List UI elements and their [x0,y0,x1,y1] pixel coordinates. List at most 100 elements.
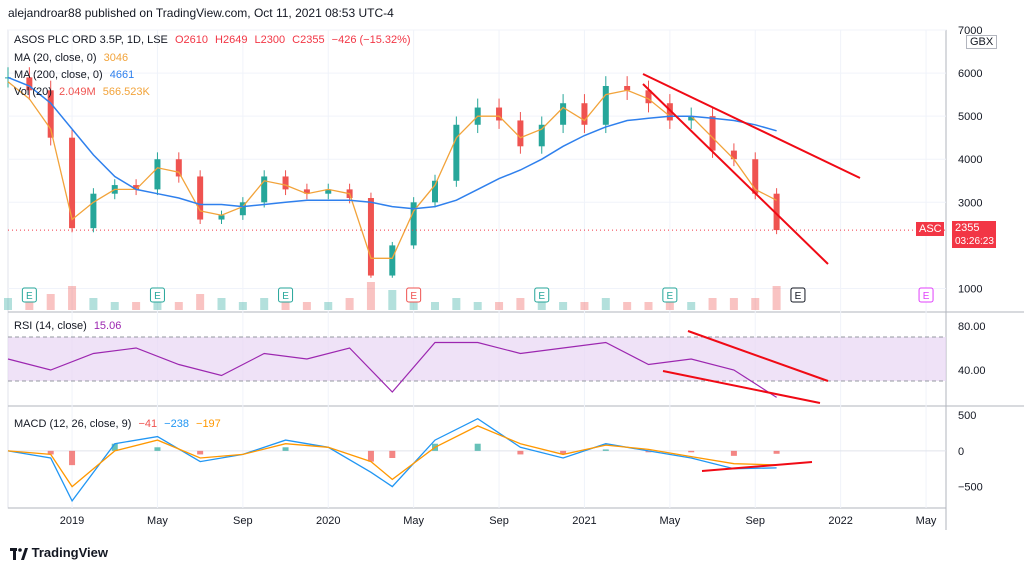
volume-bar [665,302,674,310]
x-tick-label: Sep [489,515,509,527]
volume-bar [366,282,375,310]
earnings-marker-label: E [154,291,161,302]
x-tick-label: May [659,515,680,527]
legend-rsi-value: 15.06 [93,320,122,332]
legend-rsi-label: RSI (14, close) [14,320,87,332]
volume-bar [473,302,482,310]
price-badge-timer: 03:26:23 [952,235,996,248]
candle-body [367,198,374,276]
earnings-marker-label: E [410,291,417,302]
legend-ma200: MA (200, close, 0) 4661 [14,69,138,81]
x-tick-label: 2019 [60,515,84,527]
candle-body [709,116,716,151]
price-badge-symbol: ASC [916,222,944,236]
candle-body [581,103,588,125]
price-badge-price: 2355 [952,221,996,235]
volume-bar [345,298,354,310]
earnings-marker-label: E [26,291,33,302]
volume-bar [495,302,504,310]
price-tick-label: 4000 [958,154,982,166]
earnings-marker-label: E [282,291,289,302]
legend-vol-v2: 566.523K [102,86,150,98]
legend-macd-v2: −238 [164,418,189,430]
macd-line [7,417,777,503]
volume-bar [4,298,12,310]
candle-body [154,159,161,190]
price-tick-label: 3000 [958,197,982,209]
legend-symbol: ASOS PLC ORD 3.5P, 1D, LSE [14,34,168,46]
volume-bar [431,302,439,310]
legend-rsi: RSI (14, close) 15.06 [14,320,125,332]
legend-ma20: MA (20, close, 0) 3046 [14,52,132,64]
volume-bar [281,302,290,310]
plot-frame [7,29,947,509]
legend-low: L2300 [254,34,286,46]
legend-ma20-value: 3046 [103,52,129,64]
macd-histogram-bar [367,450,374,462]
x-tick-label: Sep [233,515,253,527]
macd-tick-label: 0 [958,446,964,458]
chart-canvas[interactable]: 2019 May Sep 2020 May Sep 2021 May Sep 2022 May700… [0,0,1024,540]
currency-label[interactable]: GBX [966,35,998,49]
volume-bar [110,302,119,310]
volume-bar [324,302,333,310]
volume-bar [708,298,717,310]
legend-close: C2355 [292,34,325,46]
macd-histogram-bar [730,450,737,456]
macd-histogram-bar [688,450,695,453]
volume-bar [132,302,141,310]
volume-bar [217,298,226,310]
legend-ma200-value: 4661 [109,69,135,81]
volume-bar [174,302,183,310]
price-tick-label: 1000 [958,283,982,295]
volume-bar [452,298,461,310]
macd-histogram-bar [517,450,524,455]
tradingview-logo-icon [10,547,28,560]
volume-bar [516,298,525,310]
candle-body [538,124,545,147]
macd-histogram-bar [282,447,289,451]
macd-histogram-bar [773,450,780,454]
volume-bar [302,302,311,310]
legend-main: ASOS PLC ORD 3.5P, 1D, LSE O2610 H2649 L… [14,34,415,46]
volume-bar [89,298,98,310]
candle-body [69,137,76,229]
legend-vol-v1: 2.049M [58,86,96,98]
volume-bar [196,294,205,310]
candle-body [560,103,567,125]
x-tick-label: 2022 [828,515,852,527]
volume-bar [772,286,781,310]
volume-bar [601,298,610,310]
legend-change: −426 (−15.32%) [331,34,411,46]
macd-histogram-bar [197,450,204,455]
volume-bar [25,302,34,310]
legend-ma200-label: MA (200, close, 0) [14,69,103,81]
tradingview-footer[interactable]: TradingView [10,545,108,560]
volume-bar [729,298,738,310]
earnings-marker-label: E [538,291,545,302]
x-tick-label: May [147,515,168,527]
legend-vol: Vol (20) 2.049M 566.523K [14,86,154,98]
macd-histogram-bar [69,450,76,466]
x-tick-label: Sep [745,515,765,527]
x-tick-label: 2020 [316,515,340,527]
volume-bar [644,302,653,310]
rsi-tick-label: 80.00 [958,321,986,333]
earnings-marker-label: E [795,291,802,302]
candle-body [389,245,396,276]
candle-body [175,159,182,177]
macd-tick-label: 500 [958,410,976,422]
legend-open: O2610 [174,34,208,46]
legend-high: H2649 [215,34,248,46]
candle-body [282,176,289,190]
volume-bar [68,286,77,310]
candle-body [197,176,204,220]
footer-brand: TradingView [31,545,108,560]
volume-bar [537,302,546,310]
volume-bar [46,294,55,310]
x-tick-label: 2021 [572,515,596,527]
candle-body [218,215,225,220]
legend-macd-v1: −41 [138,418,158,430]
macd-histogram-bar [602,449,609,451]
price-tick-label: 6000 [958,68,982,80]
